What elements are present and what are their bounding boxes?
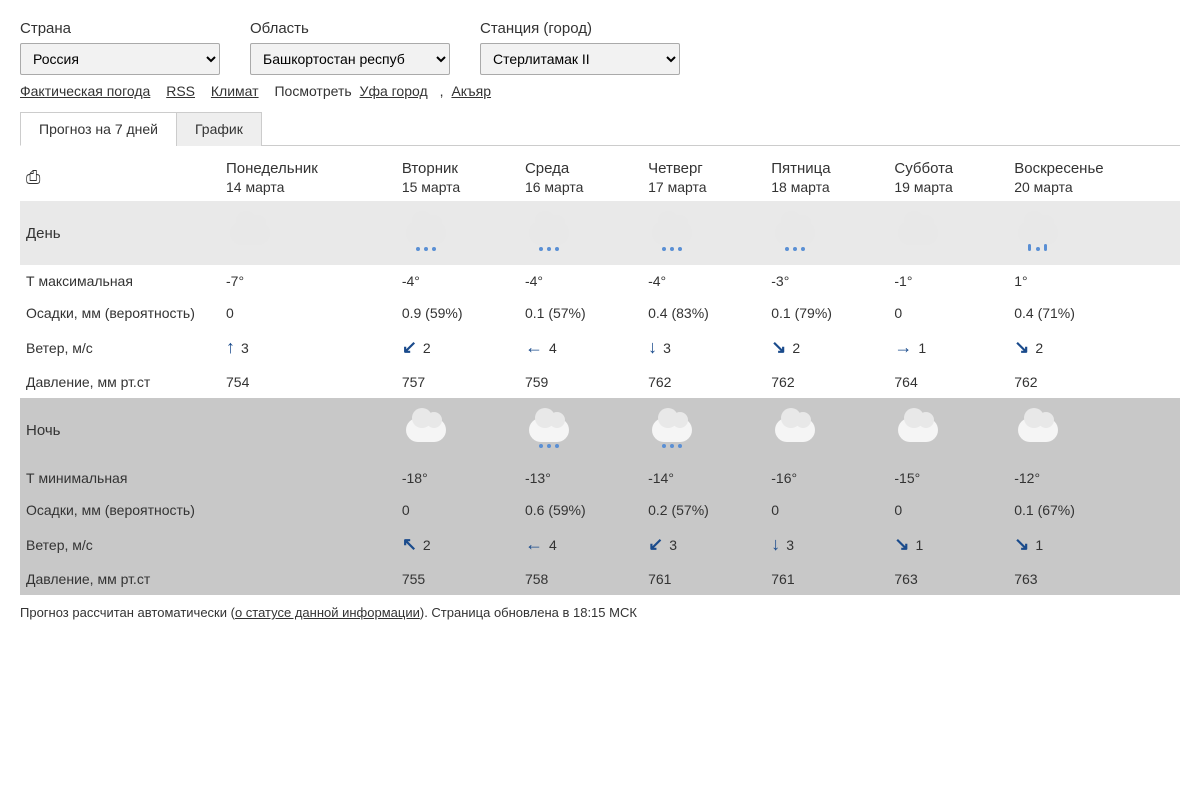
wind-day-row: Ветер, м/с ↑3 ↙2 ←4 ↓3 ↘2 →1 ↘2 — [20, 329, 1180, 366]
weather-cloudy-icon — [402, 408, 450, 448]
print-icon[interactable]: ⎙ — [26, 167, 40, 187]
weather-cloudy-icon — [226, 211, 274, 251]
wind-arrow-icon: ↙ — [648, 534, 663, 555]
wind-arrow-icon: ← — [525, 534, 543, 555]
station-select[interactable]: Стерлитамак II — [480, 43, 680, 75]
wind-arrow-icon: ↑ — [226, 337, 235, 358]
pressure-day-row: Давление, мм рт.ст 754757759762762764762 — [20, 366, 1180, 398]
day-header: Среда16 марта — [519, 146, 642, 201]
wind-arrow-icon: ↖ — [402, 534, 417, 555]
country-label: Страна — [20, 20, 220, 37]
day-header: Четверг17 марта — [642, 146, 765, 201]
weather-partly-cloudy-night-icon — [1014, 408, 1062, 448]
country-select[interactable]: Россия — [20, 43, 220, 75]
climate-link[interactable]: Климат — [211, 83, 259, 99]
links-row: Фактическая погода RSS Климат Посмотреть… — [20, 83, 1180, 99]
station-label: Станция (город) — [480, 20, 680, 37]
status-info-link[interactable]: о статусе данной информации — [235, 605, 420, 620]
region-select[interactable]: Башкортостан респуб — [250, 43, 450, 75]
weather-partly-sunny-icon — [894, 211, 942, 251]
wind-arrow-icon: → — [894, 337, 912, 358]
weather-cloudy-icon — [894, 408, 942, 448]
day-label: День — [20, 201, 220, 265]
wind-arrow-icon: ↘ — [1014, 337, 1029, 358]
header-row: ⎙ Понедельник14 марта Вторник15 марта Ср… — [20, 146, 1180, 201]
wind-arrow-icon: ↓ — [771, 534, 780, 555]
country-selector-group: Страна Россия — [20, 20, 220, 75]
region-label: Область — [250, 20, 450, 37]
weather-snow-icon — [402, 211, 450, 251]
actual-weather-link[interactable]: Фактическая погода — [20, 83, 150, 99]
tmin-row: Т минимальная -18°-13°-14°-16°-15°-12° — [20, 462, 1180, 494]
day-header: Суббота19 марта — [888, 146, 1008, 201]
wind-arrow-icon: ↘ — [1014, 534, 1029, 555]
precip-day-row: Осадки, мм (вероятность) 00.9 (59%)0.1 (… — [20, 297, 1180, 329]
wind-arrow-icon: ↘ — [771, 337, 786, 358]
weather-snow-icon — [771, 211, 819, 251]
tab-forecast-7-days[interactable]: Прогноз на 7 дней — [20, 112, 177, 146]
footer-note: Прогноз рассчитан автоматически (о стату… — [20, 605, 1180, 620]
region-selector-group: Область Башкортостан респуб — [250, 20, 450, 75]
tmax-row: Т максимальная -7°-4°-4°-4°-3°-1°1° — [20, 265, 1180, 297]
wind-night-row: Ветер, м/с ↖2 ←4 ↙3 ↓3 ↘1 ↘1 — [20, 526, 1180, 563]
day-header: Понедельник14 марта — [220, 146, 396, 201]
forecast-table: ⎙ Понедельник14 марта Вторник15 марта Ср… — [20, 146, 1180, 595]
day-header: Пятница18 марта — [765, 146, 888, 201]
wind-arrow-icon: ↙ — [402, 337, 417, 358]
weather-snow-icon — [525, 408, 573, 448]
weather-rain-snow-icon — [1014, 211, 1062, 251]
rss-link[interactable]: RSS — [166, 83, 195, 99]
city2-link[interactable]: Акъяр — [451, 83, 491, 99]
pressure-night-row: Давление, мм рт.ст 755758761761763763 — [20, 563, 1180, 595]
day-header: Вторник15 марта — [396, 146, 519, 201]
wind-arrow-icon: ↓ — [648, 337, 657, 358]
weather-snow-icon — [648, 408, 696, 448]
wind-arrow-icon: ← — [525, 337, 543, 358]
day-header: Воскресенье20 марта — [1008, 146, 1180, 201]
see-label: Посмотреть — [274, 83, 351, 99]
night-section-row: Ночь — [20, 398, 1180, 462]
weather-snow-icon — [525, 211, 573, 251]
station-selector-group: Станция (город) Стерлитамак II — [480, 20, 680, 75]
tabs: Прогноз на 7 дней График — [20, 111, 1180, 146]
precip-night-row: Осадки, мм (вероятность) 00.6 (59%)0.2 (… — [20, 494, 1180, 526]
city1-link[interactable]: Уфа город — [360, 83, 428, 99]
tab-chart[interactable]: График — [176, 112, 262, 146]
weather-snow-icon — [648, 211, 696, 251]
day-section-row: День — [20, 201, 1180, 265]
location-selectors: Страна Россия Область Башкортостан респу… — [20, 20, 1180, 75]
weather-cloudy-icon — [771, 408, 819, 448]
wind-arrow-icon: ↘ — [894, 534, 909, 555]
night-label: Ночь — [20, 398, 220, 462]
